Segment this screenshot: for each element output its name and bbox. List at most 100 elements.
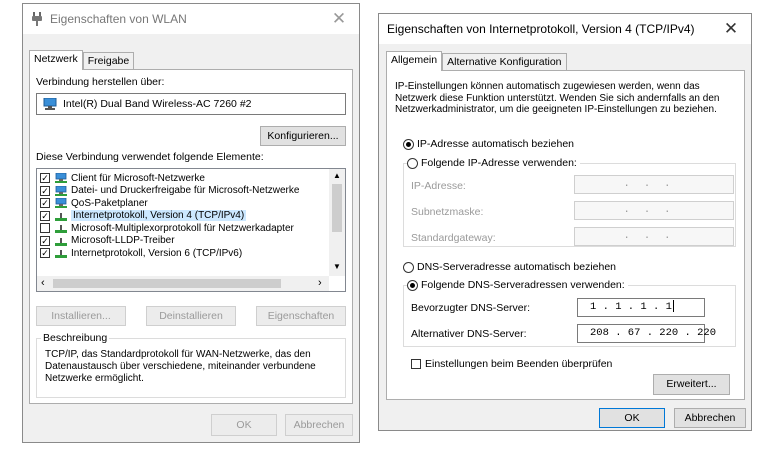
wlan-ok-button[interactable]: OK [211,414,277,436]
ipv4-ok-button[interactable]: OK [599,408,665,428]
ipv4-properties-window: Eigenschaften von Internetprotokoll, Ver… [378,13,752,431]
close-icon[interactable]: ✕ [721,19,741,39]
preferred-dns-label: Bevorzugter DNS-Server: [411,302,531,314]
tab-freigabe[interactable]: Freigabe [82,52,135,70]
preferred-dns-value: 1 . 1 . 1 . 1 [590,301,672,313]
validate-checkbox-label: Einstellungen beim Beenden überprüfen [425,358,613,370]
gateway-label: Standardgateway: [411,232,496,244]
validate-checkbox[interactable]: Einstellungen beim Beenden überprüfen [411,358,612,370]
uninstall-button[interactable]: Deinstallieren [146,306,236,326]
description-group: Beschreibung TCP/IP, das Standardprotoko… [36,332,346,398]
list-item-checkbox[interactable]: ✓ [40,248,50,259]
list-item-label: Internetprotokoll, Version 4 (TCP/IPv4) [71,210,247,222]
properties-button[interactable]: Eigenschaften [256,306,346,326]
list-item[interactable]: ✓ Internetprotokoll, Version 4 (TCP/IPv4) [37,210,329,223]
intro-text: IP-Einstellungen können automatisch zuge… [395,81,720,115]
radio-ip-manual[interactable]: Folgende IP-Adresse verwenden: [407,157,580,169]
scroll-down-icon[interactable]: ▼ [333,262,341,271]
list-item-label: Microsoft-LLDP-Treiber [71,235,175,247]
list-item-checkbox[interactable] [40,223,50,234]
wlan-tab-panel: Verbindung herstellen über: Intel(R) Dua… [29,69,353,404]
close-icon[interactable]: ✕ [329,9,349,29]
radio-dns-auto-label: DNS-Serveradresse automatisch beziehen [417,261,617,273]
vertical-scrollbar[interactable]: ▲ ▼ [329,169,345,276]
radio-dns-manual[interactable]: Folgende DNS-Serveradressen verwenden: [407,279,628,291]
protocol-icon [55,248,67,259]
ipv4-titlebar[interactable]: Eigenschaften von Internetprotokoll, Ver… [379,14,751,44]
list-item-checkbox[interactable]: ✓ [40,198,50,209]
adapter-field: Intel(R) Dual Band Wireless-AC 7260 #2 [36,93,346,115]
wlan-properties-window: Eigenschaften von WLAN ✕ Netzwerk Freiga… [22,3,360,443]
alternate-dns-input[interactable]: 208 . 67 . 220 . 220 [577,324,716,343]
network-icon [55,172,67,184]
configure-button[interactable]: Konfigurieren... [260,126,346,146]
list-item[interactable]: ✓ Internetprotokoll, Version 6 (TCP/IPv6) [37,247,329,260]
list-item-checkbox[interactable]: ✓ [40,235,50,246]
radio-dns-manual-label: Folgende DNS-Serveradressen verwenden: [421,279,625,291]
radio-ip-auto[interactable]: IP-Adresse automatisch beziehen [403,138,574,150]
elements-list[interactable]: ✓ Client für Microsoft-Netzwerke ✓ Datei- u… [36,168,346,292]
list-item-checkbox[interactable]: ✓ [40,185,50,196]
protocol-icon [55,211,67,221]
horizontal-scrollbar[interactable]: ‹ › [37,276,329,291]
subnet-mask-label: Subnetzmaske: [411,206,484,218]
ipv4-tabs: Allgemein Alternative Konfiguration [386,51,567,71]
radio-dns-auto-dot[interactable] [403,261,414,273]
radio-ip-auto-dot[interactable] [403,138,414,150]
list-item[interactable]: ✓ QoS-Paketplaner [37,197,329,210]
network-icon [55,197,67,209]
description-label: Beschreibung [41,332,110,344]
protocol-icon [55,236,67,246]
adapter-name: Intel(R) Dual Band Wireless-AC 7260 #2 [63,98,252,110]
radio-ip-manual-label: Folgende IP-Adresse verwenden: [421,157,577,169]
wlan-titlebar[interactable]: Eigenschaften von WLAN ✕ [23,4,359,34]
radio-dns-auto[interactable]: DNS-Serveradresse automatisch beziehen [403,261,616,273]
validate-checkbox-box[interactable] [411,359,421,369]
list-item[interactable]: ✓ Datei- und Druckerfreigabe für Microsof… [37,185,329,198]
list-item-label: Client für Microsoft-Netzwerke [71,172,205,184]
ipv4-cancel-button[interactable]: Abbrechen [674,408,746,428]
subnet-mask-input[interactable]: ... [574,201,734,220]
tab-netzwerk[interactable]: Netzwerk [29,50,83,70]
list-item-checkbox[interactable]: ✓ [40,210,50,221]
connect-label: Verbindung herstellen über: [36,76,165,88]
install-button[interactable]: Installieren... [36,306,126,326]
radio-ip-manual-dot[interactable] [407,157,418,169]
tab-allgemein[interactable]: Allgemein [386,51,443,71]
radio-ip-auto-label: IP-Adresse automatisch beziehen [417,138,575,150]
list-item-label: Datei- und Druckerfreigabe für Microsoft… [71,185,300,197]
network-icon [55,185,67,196]
alternate-dns-label: Alternativer DNS-Server: [411,328,527,340]
wlan-tabs: Netzwerk Freigabe [29,50,135,70]
gateway-input[interactable]: ... [574,227,734,246]
ipv4-window-title: Eigenschaften von Internetprotokoll, Ver… [387,22,695,36]
protocol-icon [55,223,67,234]
scroll-up-icon[interactable]: ▲ [333,171,341,180]
elements-list-items: ✓ Client für Microsoft-Netzwerke ✓ Datei- u… [37,172,329,260]
hscrollbar-thumb[interactable] [53,279,281,288]
scroll-left-icon[interactable]: ‹ [41,277,45,289]
wlan-window-title: Eigenschaften von WLAN [50,12,187,26]
tab-alternative-konfiguration[interactable]: Alternative Konfiguration [442,53,567,71]
wlan-cancel-button[interactable]: Abbrechen [285,414,353,436]
scroll-right-icon[interactable]: › [318,277,322,289]
list-item-checkbox[interactable]: ✓ [40,173,50,184]
scrollbar-thumb[interactable] [332,184,342,232]
description-text: TCP/IP, das Standardprotokoll für WAN-Ne… [45,349,316,384]
radio-dns-manual-dot[interactable] [407,279,418,291]
elements-label: Diese Verbindung verwendet folgende Elem… [36,151,264,163]
list-item-label: Microsoft-Multiplexorprotokoll für Netzw… [71,222,294,234]
list-item[interactable]: ✓ Client für Microsoft-Netzwerke [37,172,329,185]
ipv4-tab-panel: IP-Einstellungen können automatisch zuge… [386,70,745,400]
list-item[interactable]: Microsoft-Multiplexorprotokoll für Netzw… [37,222,329,235]
ip-address-input[interactable]: ... [574,175,734,194]
wlan-window-icon [32,12,42,26]
ip-address-label: IP-Adresse: [411,180,466,192]
network-adapter-icon [43,97,57,113]
list-item[interactable]: ✓ Microsoft-LLDP-Treiber [37,235,329,248]
text-cursor [672,300,674,313]
preferred-dns-input[interactable]: 1 . 1 . 1 . 1 [577,298,705,317]
list-item-label: QoS-Paketplaner [71,197,148,209]
advanced-button[interactable]: Erweitert... [653,374,730,395]
list-item-label: Internetprotokoll, Version 6 (TCP/IPv6) [71,247,243,259]
